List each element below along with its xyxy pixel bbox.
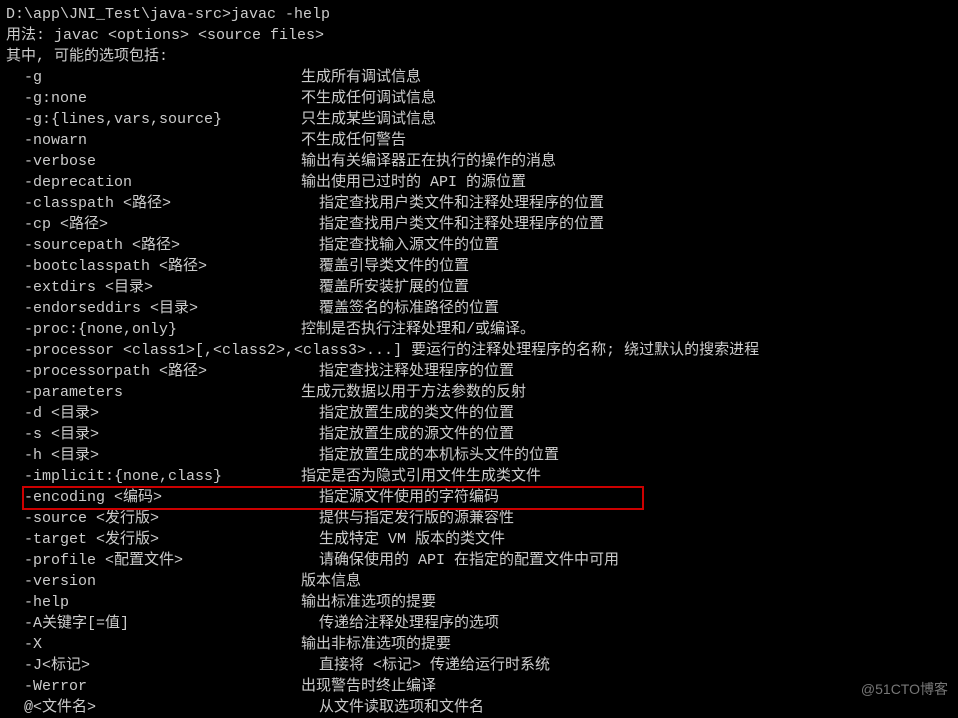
option-row: -encoding <编码> 指定源文件使用的字符编码 <box>6 487 952 508</box>
option-flag: -verbose <box>6 151 301 172</box>
option-desc: 覆盖所安装扩展的位置 <box>301 277 469 298</box>
option-row: -X输出非标准选项的提要 <box>6 634 952 655</box>
option-flag: -processor <class1>[,<class2>,<class3>..… <box>6 340 759 361</box>
option-flag: -sourcepath <路径> <box>6 235 301 256</box>
option-flag: -cp <路径> <box>6 214 301 235</box>
possible-line: 其中, 可能的选项包括: <box>6 46 952 67</box>
option-flag: -classpath <路径> <box>6 193 301 214</box>
option-row: -processorpath <路径> 指定查找注释处理程序的位置 <box>6 361 952 382</box>
option-desc: 直接将 <标记> 传递给运行时系统 <box>301 655 550 676</box>
option-flag: -s <目录> <box>6 424 301 445</box>
option-flag: -encoding <编码> <box>6 487 301 508</box>
option-desc: 输出有关编译器正在执行的操作的消息 <box>301 151 556 172</box>
watermark: @51CTO博客 <box>861 679 948 700</box>
option-desc: 指定查找注释处理程序的位置 <box>301 361 514 382</box>
option-desc: 指定查找用户类文件和注释处理程序的位置 <box>301 214 604 235</box>
option-desc: 生成所有调试信息 <box>301 67 421 88</box>
option-desc: 输出标准选项的提要 <box>301 592 436 613</box>
option-flag: -deprecation <box>6 172 301 193</box>
option-flag: -implicit:{none,class} <box>6 466 301 487</box>
option-desc: 不生成任何调试信息 <box>301 88 436 109</box>
option-row: -g:{lines,vars,source}只生成某些调试信息 <box>6 109 952 130</box>
option-row: -g生成所有调试信息 <box>6 67 952 88</box>
option-flag: -Werror <box>6 676 301 697</box>
option-flag: -J<标记> <box>6 655 301 676</box>
options-list: -g生成所有调试信息 -g:none不生成任何调试信息 -g:{lines,va… <box>6 67 952 718</box>
option-desc: 生成元数据以用于方法参数的反射 <box>301 382 526 403</box>
option-flag: -A关键字[=值] <box>6 613 301 634</box>
option-row: -cp <路径> 指定查找用户类文件和注释处理程序的位置 <box>6 214 952 235</box>
option-row: -sourcepath <路径> 指定查找输入源文件的位置 <box>6 235 952 256</box>
option-row: -verbose输出有关编译器正在执行的操作的消息 <box>6 151 952 172</box>
option-desc: 提供与指定发行版的源兼容性 <box>301 508 514 529</box>
option-desc: 传递给注释处理程序的选项 <box>301 613 499 634</box>
option-row: -s <目录> 指定放置生成的源文件的位置 <box>6 424 952 445</box>
option-desc: 请确保使用的 API 在指定的配置文件中可用 <box>301 550 619 571</box>
option-flag: -bootclasspath <路径> <box>6 256 301 277</box>
option-row: -A关键字[=值] 传递给注释处理程序的选项 <box>6 613 952 634</box>
usage-line: 用法: javac <options> <source files> <box>6 25 952 46</box>
option-row: -extdirs <目录> 覆盖所安装扩展的位置 <box>6 277 952 298</box>
option-desc: 指定放置生成的源文件的位置 <box>301 424 514 445</box>
option-flag: -h <目录> <box>6 445 301 466</box>
option-desc: 版本信息 <box>301 571 361 592</box>
option-row: -d <目录> 指定放置生成的类文件的位置 <box>6 403 952 424</box>
option-row: -implicit:{none,class}指定是否为隐式引用文件生成类文件 <box>6 466 952 487</box>
option-row: -h <目录> 指定放置生成的本机标头文件的位置 <box>6 445 952 466</box>
option-row: -source <发行版> 提供与指定发行版的源兼容性 <box>6 508 952 529</box>
option-desc: 不生成任何警告 <box>301 130 406 151</box>
option-row: -Werror出现警告时终止编译 <box>6 676 952 697</box>
option-row: -proc:{none,only}控制是否执行注释处理和/或编译。 <box>6 319 952 340</box>
option-flag: -help <box>6 592 301 613</box>
option-row: -version版本信息 <box>6 571 952 592</box>
option-row: -classpath <路径> 指定查找用户类文件和注释处理程序的位置 <box>6 193 952 214</box>
option-row: -deprecation输出使用已过时的 API 的源位置 <box>6 172 952 193</box>
option-row: -J<标记> 直接将 <标记> 传递给运行时系统 <box>6 655 952 676</box>
option-flag: -target <发行版> <box>6 529 301 550</box>
option-flag: -X <box>6 634 301 655</box>
option-flag: -g <box>6 67 301 88</box>
option-flag: -source <发行版> <box>6 508 301 529</box>
option-row: -endorseddirs <目录> 覆盖签名的标准路径的位置 <box>6 298 952 319</box>
option-desc: 控制是否执行注释处理和/或编译。 <box>301 319 535 340</box>
option-row: -processor <class1>[,<class2>,<class3>..… <box>6 340 952 361</box>
option-desc: 生成特定 VM 版本的类文件 <box>301 529 505 550</box>
option-desc: 指定放置生成的本机标头文件的位置 <box>301 445 559 466</box>
option-flag: -endorseddirs <目录> <box>6 298 301 319</box>
option-flag: -parameters <box>6 382 301 403</box>
option-flag: -g:{lines,vars,source} <box>6 109 301 130</box>
option-flag: -version <box>6 571 301 592</box>
prompt-line: D:\app\JNI_Test\java-src>javac -help <box>6 4 952 25</box>
option-row: -g:none不生成任何调试信息 <box>6 88 952 109</box>
option-flag: -processorpath <路径> <box>6 361 301 382</box>
option-flag: -g:none <box>6 88 301 109</box>
option-desc: 只生成某些调试信息 <box>301 109 436 130</box>
option-row: -profile <配置文件> 请确保使用的 API 在指定的配置文件中可用 <box>6 550 952 571</box>
option-desc: 指定源文件使用的字符编码 <box>301 487 499 508</box>
option-flag: -d <目录> <box>6 403 301 424</box>
option-desc: 指定查找输入源文件的位置 <box>301 235 499 256</box>
option-desc: 输出使用已过时的 API 的源位置 <box>301 172 526 193</box>
option-desc: 指定查找用户类文件和注释处理程序的位置 <box>301 193 604 214</box>
option-desc: 指定是否为隐式引用文件生成类文件 <box>301 466 541 487</box>
option-row: -nowarn不生成任何警告 <box>6 130 952 151</box>
option-flag: -proc:{none,only} <box>6 319 301 340</box>
option-row: -help输出标准选项的提要 <box>6 592 952 613</box>
option-flag: -profile <配置文件> <box>6 550 301 571</box>
option-row: -bootclasspath <路径> 覆盖引导类文件的位置 <box>6 256 952 277</box>
option-desc: 覆盖引导类文件的位置 <box>301 256 469 277</box>
option-flag: -extdirs <目录> <box>6 277 301 298</box>
option-flag: -nowarn <box>6 130 301 151</box>
option-desc: 指定放置生成的类文件的位置 <box>301 403 514 424</box>
option-row: -parameters生成元数据以用于方法参数的反射 <box>6 382 952 403</box>
option-desc: 出现警告时终止编译 <box>301 676 436 697</box>
option-desc: 输出非标准选项的提要 <box>301 634 451 655</box>
option-row: -target <发行版> 生成特定 VM 版本的类文件 <box>6 529 952 550</box>
option-desc: 覆盖签名的标准路径的位置 <box>301 298 499 319</box>
